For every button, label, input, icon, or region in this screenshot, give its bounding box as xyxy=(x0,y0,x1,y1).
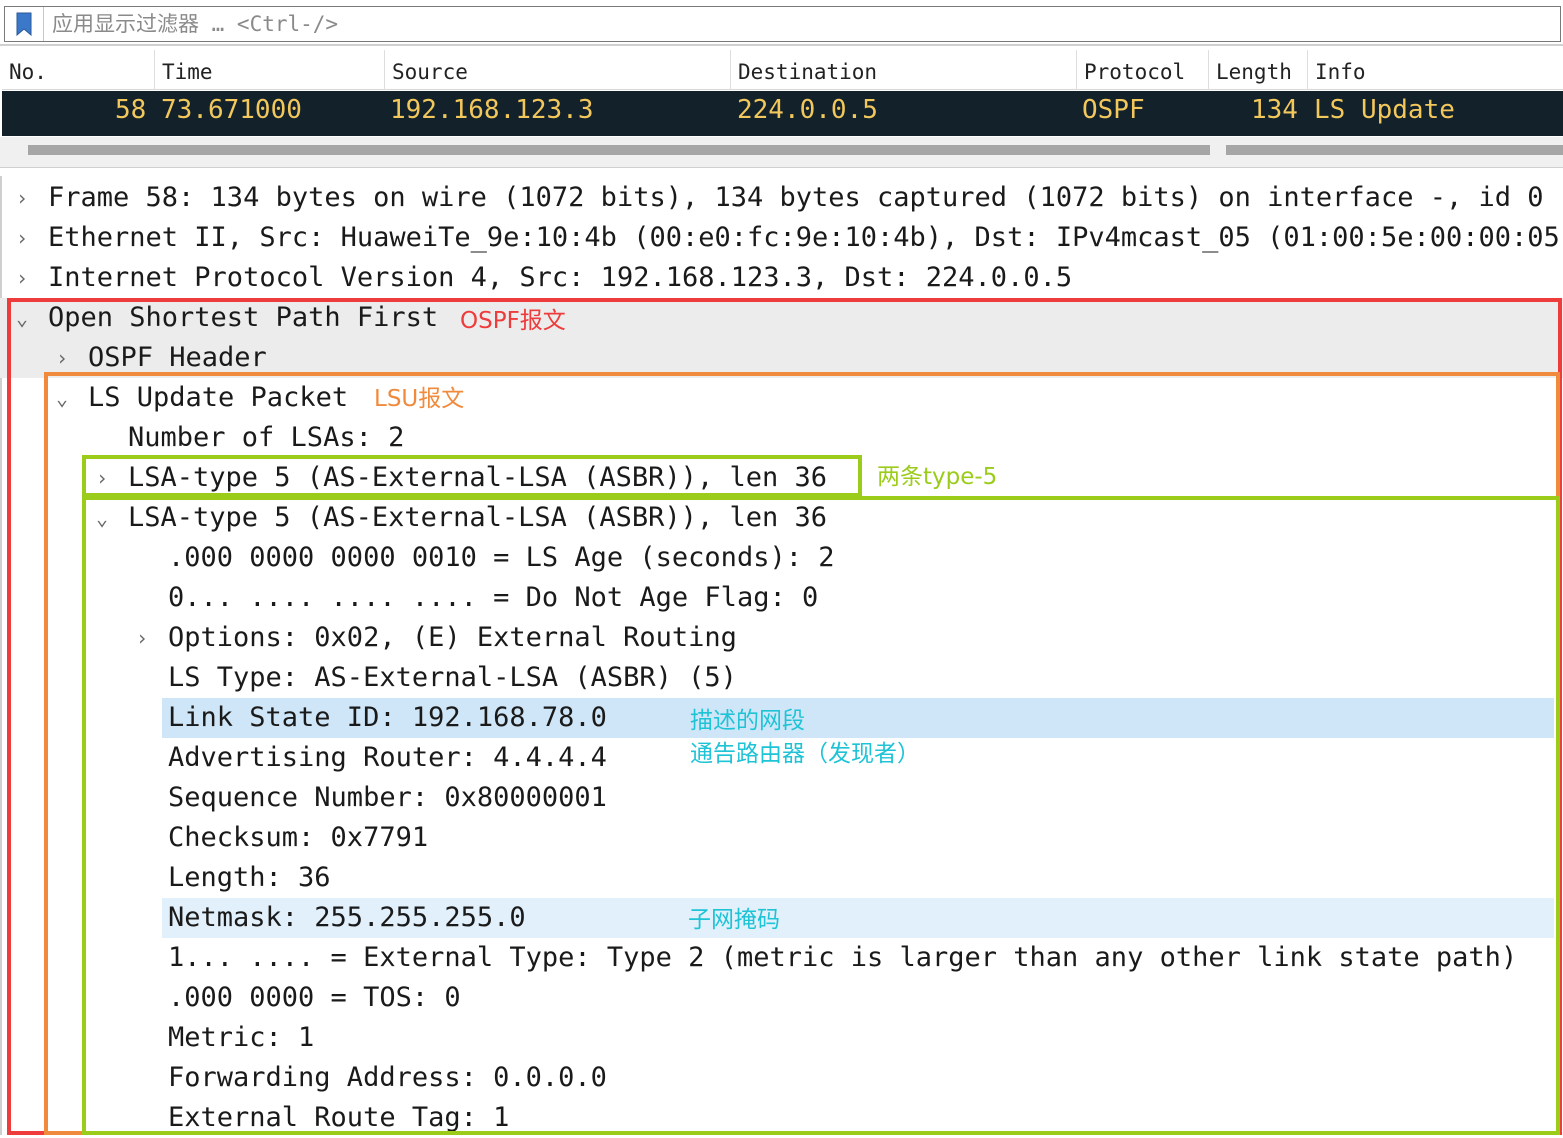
annotation-box-lsa-2 xyxy=(82,496,1560,1135)
column-header-source[interactable]: Source xyxy=(384,50,730,90)
column-header-info[interactable]: Info xyxy=(1307,50,1563,90)
column-header-time[interactable]: Time xyxy=(154,50,384,90)
display-filter-bar xyxy=(4,6,1561,42)
bookmark-icon[interactable] xyxy=(5,7,44,41)
display-filter-input[interactable] xyxy=(44,8,1554,40)
scrollbar-thumb[interactable] xyxy=(28,145,1210,155)
column-header-no[interactable]: No. xyxy=(2,50,152,90)
packet-source: 192.168.123.3 xyxy=(390,95,594,125)
chevron-right-icon[interactable]: › xyxy=(12,178,32,218)
chevron-right-icon[interactable]: › xyxy=(12,218,32,258)
annotation-link-state-id: 描述的网段 xyxy=(690,708,805,734)
packet-info: LS Update xyxy=(1314,95,1455,125)
packet-destination: 224.0.0.5 xyxy=(737,95,878,125)
column-header-length[interactable]: Length xyxy=(1208,50,1307,90)
chevron-right-icon[interactable]: › xyxy=(12,258,32,298)
packet-length: 134 xyxy=(1251,95,1298,125)
packet-list-scrollbar[interactable] xyxy=(0,137,1563,168)
tree-item-ethernet[interactable]: › Ethernet II, Src: HuaweiTe_9e:10:4b (0… xyxy=(0,218,1563,258)
column-header-destination[interactable]: Destination xyxy=(730,50,1076,90)
annotation-ospf: OSPF报文 xyxy=(460,308,566,334)
divider xyxy=(0,44,1563,46)
packet-time: 73.671000 xyxy=(161,95,302,125)
packet-row-selected[interactable]: 58 73.671000 192.168.123.3 224.0.0.5 OSP… xyxy=(2,91,1563,136)
packet-list-header: No. Time Source Destination Protocol Len… xyxy=(2,50,1563,90)
annotation-two-type5: 两条type-5 xyxy=(877,464,998,490)
packet-protocol: OSPF xyxy=(1082,95,1145,125)
packet-no: 58 xyxy=(115,95,147,125)
tree-item-label: Ethernet II, Src: HuaweiTe_9e:10:4b (00:… xyxy=(48,222,1563,253)
tree-item-label: Internet Protocol Version 4, Src: 192.16… xyxy=(48,262,1073,293)
annotation-netmask: 子网掩码 xyxy=(688,907,780,933)
annotation-box-lsa-1 xyxy=(82,455,862,497)
column-header-protocol[interactable]: Protocol xyxy=(1076,50,1208,90)
scrollbar-thumb-right[interactable] xyxy=(1226,145,1563,155)
tree-item-frame[interactable]: › Frame 58: 134 bytes on wire (1072 bits… xyxy=(0,178,1563,218)
tree-item-label: Frame 58: 134 bytes on wire (1072 bits),… xyxy=(48,182,1544,213)
annotation-adv-router: 通告路由器（发现者） xyxy=(690,741,920,767)
tree-item-ip[interactable]: › Internet Protocol Version 4, Src: 192.… xyxy=(0,258,1563,298)
annotation-lsu: LSU报文 xyxy=(374,386,465,412)
